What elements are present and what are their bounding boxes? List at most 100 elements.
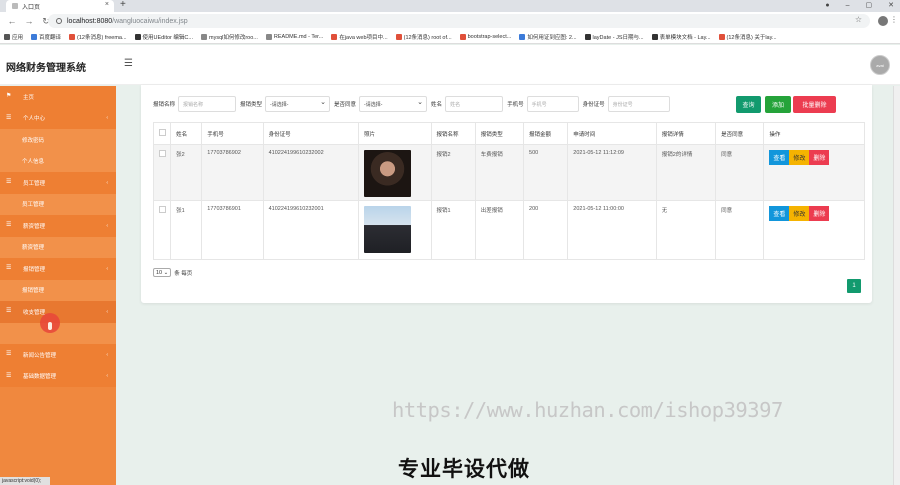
reimb-name-input[interactable]: 报销名称 <box>178 96 237 112</box>
chevron-icon: ‹ <box>106 222 108 229</box>
browser-tab[interactable]: 入口页 × <box>6 0 114 12</box>
filter-bar: 报销名称 报销名称 报销类型 -请选择- 是否同意 -请选择- 姓名 姓名 手机… <box>153 95 674 113</box>
table-header-row: 姓名 手机号 身份证号 照片 报销名称 报销类型 报销金额 申请时间 报销详情 是否同意 操作 <box>152 122 865 145</box>
sidebar-item[interactable]: ☰ 薪资管理 ‹ <box>0 215 116 237</box>
sidebar-item[interactable]: 修改密码 <box>0 129 116 151</box>
view-button[interactable]: 查看 <box>769 206 790 221</box>
chevron-icon: ‹ <box>106 351 108 358</box>
menu-dots-icon[interactable]: ⋮ <box>890 15 898 24</box>
sidebar-item[interactable]: 薪资管理 <box>0 236 116 258</box>
cell-amount: 500 <box>523 144 569 201</box>
sidebar-item[interactable]: 个人信息 <box>0 150 116 172</box>
edit-button[interactable]: 修改 <box>789 150 810 165</box>
view-button[interactable]: 查看 <box>769 150 790 165</box>
idcard-label: 身份证号 <box>582 102 605 108</box>
profile-icon[interactable] <box>878 16 888 26</box>
reimb-type-select[interactable]: -请选择- <box>265 96 331 112</box>
column-header: 报销名称 <box>430 122 476 145</box>
agree-select[interactable]: -请选择- <box>359 96 428 112</box>
cell-name: 张1 <box>170 200 203 260</box>
sidebar-item-label: 报销管理 <box>22 288 45 295</box>
bookmark-item[interactable]: (12条消息) freema... <box>69 33 127 41</box>
bookmark-item[interactable]: 如何用证到应图: 2... <box>519 33 577 41</box>
photo-cell <box>358 200 432 260</box>
photo-cell <box>358 144 432 201</box>
edit-button[interactable]: 修改 <box>789 206 810 221</box>
agree-value: -请选择- <box>364 101 383 108</box>
bookmark-item[interactable]: 应用 <box>4 33 23 41</box>
new-tab-icon[interactable]: + <box>120 0 126 10</box>
bulk-delete-button[interactable]: 批量删除 <box>793 96 836 113</box>
select-all-cell[interactable] <box>152 122 172 145</box>
bookmark-label: 百度翻译 <box>39 34 62 41</box>
reimb-name-placeholder: 报销名称 <box>183 101 204 108</box>
sidebar-item[interactable]: ☰ 报销管理 ‹ <box>0 258 116 280</box>
chevron-icon: ‹ <box>106 373 108 380</box>
address-bar[interactable]: localhost:8080 /wangluocaiwu/index.jsp ☆ <box>48 14 870 28</box>
window-close-icon[interactable]: ✕ <box>888 0 894 12</box>
add-button[interactable]: 添加 <box>765 96 791 113</box>
bookmark-label: (12条消息) freema... <box>77 34 127 41</box>
sidebar-item[interactable]: 员工管理 <box>0 193 116 215</box>
select-all-checkbox[interactable] <box>159 129 166 136</box>
sidebar-item[interactable]: ☰ 基础数据管理 ‹ <box>0 365 116 387</box>
bookmark-item[interactable]: (12条消息) root of... <box>395 33 452 41</box>
cell-detail: 无 <box>655 200 717 260</box>
tab-close-icon[interactable]: × <box>105 1 109 8</box>
delete-button[interactable]: 删除 <box>809 150 830 165</box>
page-scrollbar[interactable] <box>893 86 900 485</box>
row-checkbox[interactable] <box>159 206 166 213</box>
person-name-label: 姓名 <box>431 102 443 108</box>
bookmark-item[interactable]: bootstrap-select... <box>459 33 511 40</box>
bookmark-item[interactable]: 使用UEditor 编辑C... <box>134 33 193 41</box>
site-info-icon[interactable] <box>56 18 62 24</box>
window-profile-icon[interactable]: ● <box>825 0 829 12</box>
menu-list-icon: ☰ <box>6 179 12 186</box>
bookmark-label: 使用UEditor 编辑C... <box>142 34 193 41</box>
cell-reimb-type: 出差报销 <box>474 200 525 260</box>
sidebar-item[interactable]: 报销管理 <box>0 279 116 301</box>
sidebar-item[interactable]: ☰ 新闻公告管理 ‹ <box>0 344 116 366</box>
url-host: localhost:8080 <box>67 17 113 25</box>
bookmark-favicon-icon <box>31 33 38 40</box>
person-name-input[interactable]: 姓名 <box>445 96 504 112</box>
minimize-icon[interactable]: – <box>846 0 850 12</box>
sidebar-item[interactable]: ☰ 个人中心 ‹ <box>0 107 116 129</box>
row-checkbox[interactable] <box>159 150 166 157</box>
page-size-select[interactable]: 10 ⌄ <box>153 268 172 277</box>
bookmark-favicon-icon <box>4 33 10 40</box>
reimb-type-label: 报销类型 <box>240 102 263 108</box>
back-icon[interactable]: ← <box>7 16 17 26</box>
cell-name: 张2 <box>170 144 203 201</box>
search-button[interactable]: 查询 <box>736 96 761 113</box>
delete-button[interactable]: 删除 <box>809 206 830 221</box>
bookmark-label: 应用 <box>12 34 24 41</box>
bookmark-item[interactable]: mysql如何修改roo... <box>200 33 258 41</box>
bookmark-label: (12条消息) 关于lay... <box>726 34 777 41</box>
bookmark-star-icon[interactable]: ☆ <box>855 15 862 24</box>
row-select-cell <box>152 144 172 201</box>
idcard-input[interactable]: 身份证号 <box>607 96 670 112</box>
bookmark-item[interactable]: 表单模块文档 - Lay... <box>651 33 711 41</box>
sidebar-item[interactable]: ⚑ 主页 <box>0 86 116 108</box>
bookmark-item[interactable]: 在java web项目中... <box>331 33 388 41</box>
sidebar-item-label: 主页 <box>23 94 35 101</box>
bookmark-item[interactable]: layDate - JS日期与... <box>584 33 644 41</box>
bookmark-item[interactable]: (12条消息) 关于lay... <box>718 33 777 41</box>
page-button-current[interactable]: 1 <box>847 279 861 293</box>
chevron-icon: ‹ <box>106 308 108 315</box>
app-header: 网络财务管理系统 ☰ avat <box>0 45 900 85</box>
bookmark-item[interactable]: README.md - Ter... <box>265 33 323 40</box>
reimbursement-table: 姓名 手机号 身份证号 照片 报销名称 报销类型 报销金额 申请时间 报销详情 是否同意 操作 张2… <box>152 122 865 260</box>
phone-input[interactable]: 手机号 <box>526 96 579 112</box>
avatar[interactable]: avat <box>870 55 890 75</box>
menu-toggle-icon[interactable]: ☰ <box>124 58 133 69</box>
maximize-icon[interactable]: ▢ <box>866 0 873 12</box>
bookmark-item[interactable]: 百度翻译 <box>31 33 61 41</box>
reimbursement-panel: 报销名称 报销名称 报销类型 -请选择- 是否同意 -请选择- 姓名 姓名 手机… <box>141 85 872 303</box>
sidebar-item[interactable]: ☰ 员工管理 ‹ <box>0 172 116 194</box>
bookmark-label: (12条消息) root of... <box>403 34 452 41</box>
pager: 10 ⌄ 条 每页 <box>153 268 192 277</box>
menu-list-icon: ☰ <box>6 351 12 358</box>
forward-icon[interactable]: → <box>24 16 34 26</box>
